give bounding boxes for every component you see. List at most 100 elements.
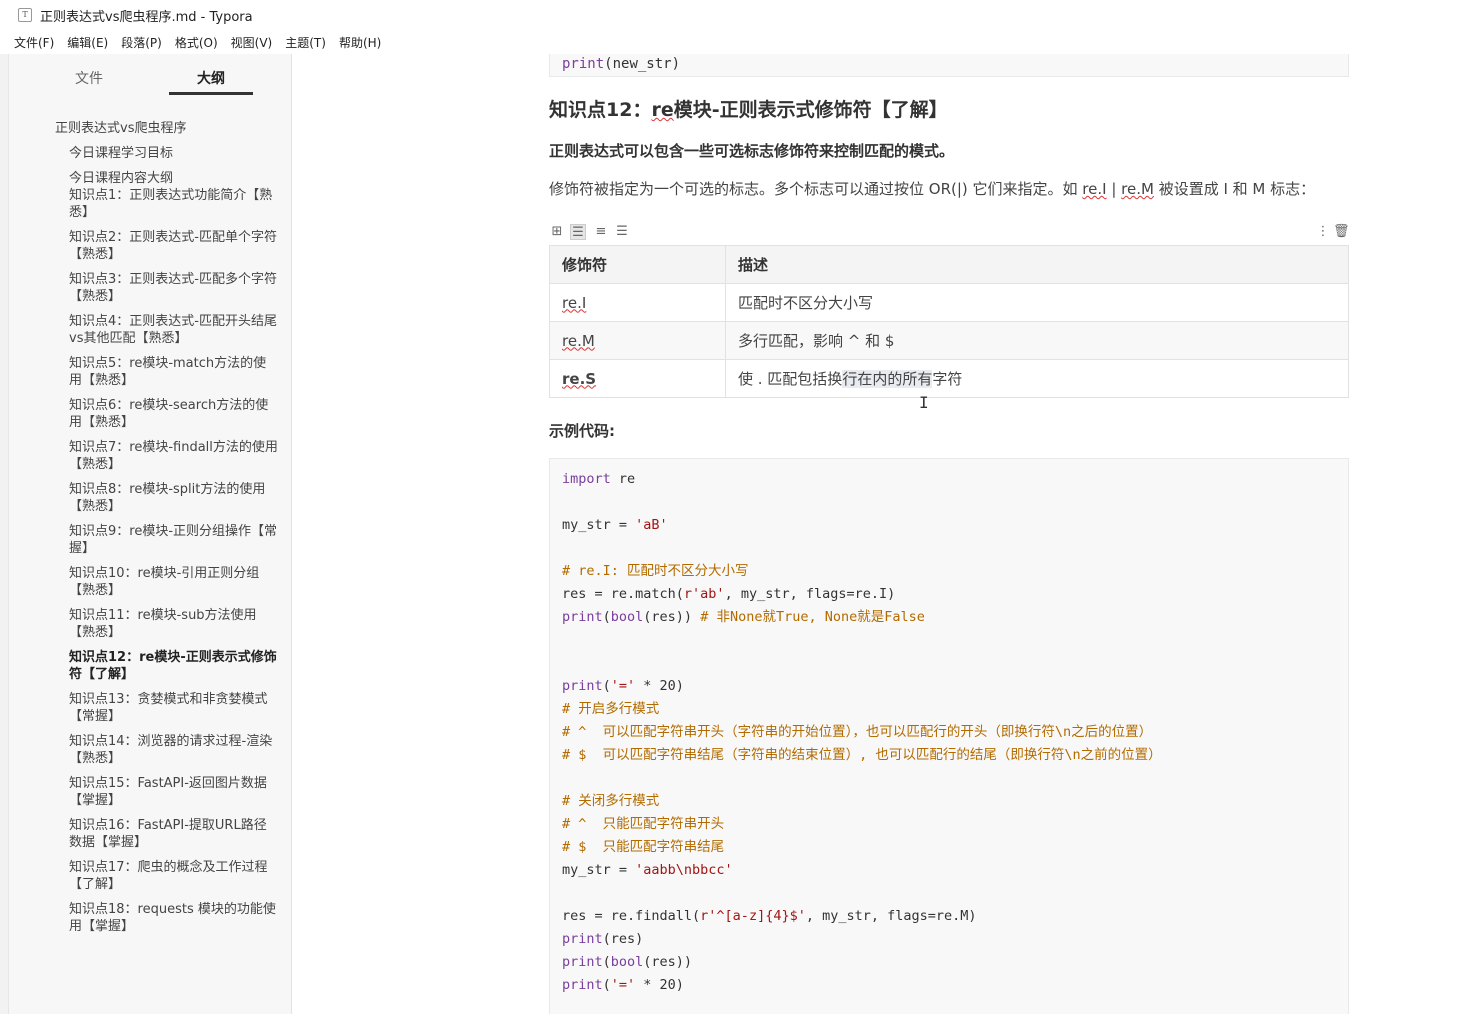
selected-text: 行在内的所有 [842, 370, 933, 388]
code-string: 'aB' [635, 517, 668, 533]
code-text: res = re.findall( [562, 908, 701, 924]
para-flag-re-i: re.I [1082, 180, 1107, 198]
outline-item[interactable]: 知识点14：浏览器的请求过程-渲染【熟悉】 [69, 733, 279, 767]
outline-item[interactable]: 正则表达式vs爬虫程序 [55, 120, 265, 137]
outline-item[interactable]: 知识点13：贪婪模式和非贪婪模式【常握】 [69, 691, 279, 725]
code-text: (new_str) [604, 56, 681, 72]
outline-item[interactable]: 知识点5：re模块-match方法的使用【熟悉】 [69, 355, 279, 389]
code-block-example[interactable]: import re my_str = 'aB' # re.I: 匹配时不区分大小… [549, 458, 1349, 1014]
code-comment: # re.I: 匹配时不区分大小写 [562, 563, 749, 579]
delete-table-icon[interactable]: 🗑 [1333, 224, 1350, 240]
menu-format[interactable]: 格式(O) [175, 34, 218, 51]
outline-item[interactable]: 今日课程学习目标 [69, 145, 279, 162]
tab-outline[interactable]: 大纲 [197, 68, 225, 88]
outline-item[interactable]: 知识点16：FastAPI-提取URL路径数据【掌握】 [69, 817, 279, 851]
flag-text: re.I [562, 293, 587, 312]
code-string: r'^[a-z]{4}$' [700, 908, 806, 924]
outline-item[interactable]: 今日课程内容大纲 [69, 170, 279, 187]
code-keyword: print [562, 678, 603, 694]
table-cell[interactable]: re.S [549, 359, 726, 398]
menu-edit[interactable]: 编辑(E) [67, 34, 108, 51]
align-left-icon[interactable]: ☰ [570, 224, 586, 240]
heading-rest: 模块-正则表示式修饰符【了解】 [673, 99, 948, 121]
code-line: print(bool(res)) [562, 951, 1336, 974]
outline-item[interactable]: 知识点12：re模块-正则表示式修饰符【了解】 [69, 649, 279, 683]
outline-item[interactable]: 知识点8：re模块-split方法的使用【熟悉】 [69, 481, 279, 515]
menu-file[interactable]: 文件(F) [14, 34, 54, 51]
table-cell[interactable]: 使 . 匹配包括换行在内的所有字符 [725, 359, 1349, 398]
table-cell[interactable]: 多行匹配，影响 ^ 和 $ [725, 321, 1349, 360]
align-center-icon[interactable]: ≡ [593, 224, 609, 240]
code-string: '=' [610, 678, 636, 694]
outline-item[interactable]: 知识点6：re模块-search方法的使用【熟悉】 [69, 397, 279, 431]
flag-text: re.S [562, 369, 597, 388]
header-description[interactable]: 描述 [725, 245, 1349, 284]
text-cursor-icon: I [919, 393, 929, 412]
title-bar[interactable]: T 正则表达式vs爬虫程序.md - Typora [0, 0, 1469, 30]
code-line: my_str = 'aB' [562, 514, 1336, 537]
para-flag-re-m: re.M [1121, 180, 1154, 198]
outline-item[interactable]: 知识点9：re模块-正则分组操作【常握】 [69, 523, 279, 557]
outline-item[interactable]: 知识点18：requests 模块的功能使用【掌握】 [69, 901, 279, 935]
menu-theme[interactable]: 主题(T) [285, 34, 326, 51]
more-options-icon[interactable]: ⋮ [1315, 224, 1331, 240]
outline-item[interactable]: 知识点1：正则表达式功能简介【熟悉】 [69, 187, 279, 221]
code-block-print[interactable]: print(new_str) [549, 54, 1349, 77]
outline-item[interactable]: 知识点7：re模块-findall方法的使用【熟悉】 [69, 439, 279, 473]
code-comment: # ^ 只能匹配字符串开头 [562, 816, 725, 832]
description-paragraph: 修饰符被指定为一个可选的标志。多个标志可以通过按位 OR(|) 它们来指定。如 … [549, 177, 1339, 202]
outline-item[interactable]: 知识点15：FastAPI-返回图片数据【掌握】 [69, 775, 279, 809]
code-keyword: import [562, 471, 611, 487]
menu-help[interactable]: 帮助(H) [339, 34, 381, 51]
para-text-3: 被设置成 I 和 M 标志： [1153, 180, 1316, 198]
code-comment: # 非None就True, None就是False [700, 609, 925, 625]
heading-prefix: 知识点12： [549, 99, 652, 121]
modifier-table: 修饰符 描述 re.I 匹配时不区分大小写 re.M 多行匹配，影响 ^ 和 $… [549, 245, 1349, 398]
left-edge-strip [0, 54, 9, 1014]
code-line: res = re.match(r'ab', my_str, flags=re.I… [562, 583, 1336, 606]
code-string: '=' [610, 977, 636, 993]
menu-paragraph[interactable]: 段落(P) [121, 34, 162, 51]
code-keyword: print [562, 977, 603, 993]
outline-item[interactable]: 知识点4：正则表达式-匹配开头结尾vs其他匹配【熟悉】 [69, 313, 279, 347]
align-right-icon[interactable]: ☰ [614, 224, 630, 240]
outline-item[interactable]: 知识点2：正则表达式-匹配单个字符【熟悉】 [69, 229, 279, 263]
outline-item[interactable]: 知识点3：正则表达式-匹配多个字符【熟悉】 [69, 271, 279, 305]
code-comment: # ^ 可以匹配字符串开头（字符串的开始位置），也可以匹配行的开头（即换行符\n… [562, 724, 1153, 740]
code-line: # 开启多行模式 [562, 698, 1336, 721]
example-label: 示例代码: [549, 422, 615, 440]
table-header-row: 修饰符 描述 [549, 245, 1349, 284]
header-modifier[interactable]: 修饰符 [549, 245, 726, 284]
code-keyword: print [562, 56, 605, 72]
table-cell[interactable]: 匹配时不区分大小写 [725, 283, 1349, 322]
code-comment: # $ 只能匹配字符串结尾 [562, 839, 725, 855]
heading-re-word: re [651, 99, 674, 121]
code-text: ( [602, 678, 611, 694]
code-comment: # 关闭多行模式 [562, 793, 660, 809]
table-resize-icon[interactable]: ⊞ [549, 224, 565, 240]
sidebar-tabs: 文件 大纲 [9, 54, 291, 100]
table-cell[interactable]: re.I [549, 283, 726, 322]
code-keyword: print [562, 931, 603, 947]
flag-text: re.M [562, 331, 595, 350]
outline-item[interactable]: 知识点10：re模块-引用正则分组【熟悉】 [69, 565, 279, 599]
table-cell[interactable]: re.M [549, 321, 726, 360]
table-row: re.I 匹配时不区分大小写 [549, 283, 1349, 322]
outline-item[interactable]: 知识点17：爬虫的概念及工作过程【了解】 [69, 859, 279, 893]
outline-item[interactable]: 知识点11：re模块-sub方法使用【熟悉】 [69, 607, 279, 641]
code-text: (res)) [643, 609, 701, 625]
tab-files[interactable]: 文件 [75, 68, 103, 88]
code-keyword: bool [610, 954, 644, 970]
code-text: my_str = [562, 517, 636, 533]
code-keyword: print [562, 609, 603, 625]
menu-view[interactable]: 视图(V) [231, 34, 273, 51]
editor-area[interactable]: print(new_str) 知识点12：re模块-正则表示式修饰符【了解】 正… [293, 54, 1469, 1014]
code-line: res = re.findall(r'^[a-z]{4}$', my_str, … [562, 905, 1336, 928]
code-text: ( [602, 609, 611, 625]
code-text: * 20) [635, 678, 684, 694]
code-line: # re.I: 匹配时不区分大小写 [562, 560, 1336, 583]
code-line: print('=' * 20) [562, 675, 1336, 698]
table-toolbar: ⊞ ☰ ≡ ☰ ⋮ 🗑 [549, 224, 1350, 242]
